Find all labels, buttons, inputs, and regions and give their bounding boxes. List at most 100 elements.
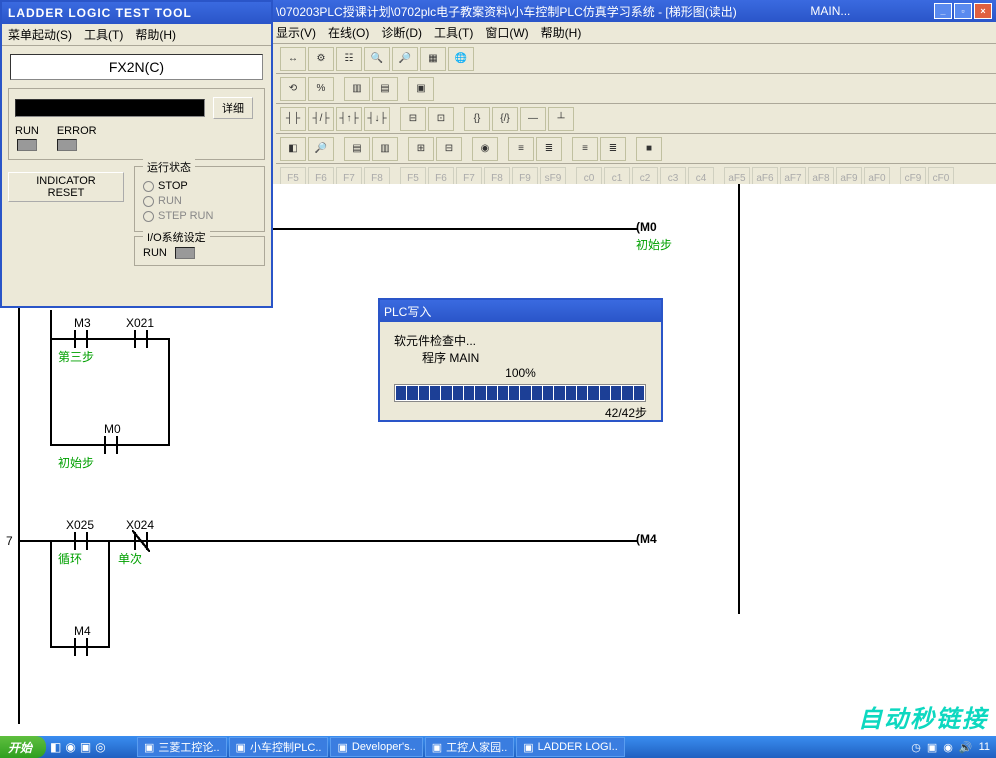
taskbar-task[interactable]: ▣LADDER LOGI.. xyxy=(516,737,624,757)
loop-label: 循环 xyxy=(58,550,82,567)
toolbar-button[interactable]: ┤↑├ xyxy=(336,107,362,131)
branch-v4 xyxy=(108,540,110,648)
toolbar-button[interactable]: ◉ xyxy=(472,137,498,161)
tool-titlebar[interactable]: LADDER LOGIC TEST TOOL xyxy=(2,2,271,24)
toolbar-button[interactable]: ≣ xyxy=(600,137,626,161)
contact-x021 xyxy=(130,330,152,348)
toolbar-button[interactable]: ≡ xyxy=(508,137,534,161)
coil-m4: (M4 xyxy=(636,532,657,546)
toolbar-button[interactable]: ▦ xyxy=(420,47,446,71)
quicklaunch-icon[interactable]: ◉ xyxy=(65,740,75,754)
m4-left-label: M4 xyxy=(74,624,91,638)
tray-icon[interactable]: ▣ xyxy=(927,741,937,754)
plc-type-field: FX2N(C) xyxy=(10,54,263,80)
plc-dialog-percent: 100% xyxy=(394,366,647,380)
system-tray[interactable]: ◷ ▣ ◉ 🔊 11 xyxy=(911,741,996,754)
detail-button[interactable]: 详细 xyxy=(213,97,253,119)
coil-m0: (M0 xyxy=(636,220,657,234)
contact-m0 xyxy=(100,436,122,454)
run-status-title: 运行状态 xyxy=(143,159,195,175)
toolbar-row-3: ◧🔎▤▥⊞⊟◉≡≣≡≣■ xyxy=(276,134,996,164)
toolbar-button[interactable]: ▣ xyxy=(408,77,434,101)
toolbar-button[interactable]: ┤/├ xyxy=(308,107,334,131)
toolbar-button[interactable]: ▥ xyxy=(344,77,370,101)
tray-icon[interactable]: 🔊 xyxy=(959,741,973,754)
branch-v2 xyxy=(168,338,170,446)
toolbar-button[interactable]: ⊟ xyxy=(400,107,426,131)
taskbar-task[interactable]: ▣工控人家园.. xyxy=(425,737,515,757)
watermark: 自动秒链接 xyxy=(858,699,988,734)
toolbar-button[interactable]: ▥ xyxy=(372,137,398,161)
branch-v3 xyxy=(50,540,52,648)
error-indicator-label: ERROR xyxy=(57,125,97,137)
toolbar-button[interactable]: — xyxy=(520,107,546,131)
tool-menu-help[interactable]: 帮助(H) xyxy=(135,26,176,43)
toolbar-button[interactable]: ▤ xyxy=(344,137,370,161)
x021-label: X021 xyxy=(126,316,154,330)
toolbar-button[interactable]: {/} xyxy=(492,107,518,131)
minimize-button[interactable]: _ xyxy=(934,3,952,19)
menu-online[interactable]: 在线(O) xyxy=(328,24,369,41)
tool-menu-start[interactable]: 菜单起动(S) xyxy=(8,26,72,43)
quicklaunch-icon[interactable]: ◧ xyxy=(50,740,61,754)
toolbar-button[interactable]: ≡ xyxy=(572,137,598,161)
taskbar-task[interactable]: ▣Developer's.. xyxy=(330,737,422,757)
toolbar-button[interactable]: ☷ xyxy=(336,47,362,71)
toolbar-button[interactable]: ⊡ xyxy=(428,107,454,131)
toolbar-button[interactable]: ▤ xyxy=(372,77,398,101)
toolbar-button[interactable]: ↔ xyxy=(280,47,306,71)
toolbar-button[interactable]: ⚙ xyxy=(308,47,334,71)
menu-diagnose[interactable]: 诊断(D) xyxy=(381,24,422,41)
rung-7-number: 7 xyxy=(6,534,13,548)
tray-icon[interactable]: ◷ xyxy=(911,741,921,754)
toolbar-button[interactable]: ■ xyxy=(636,137,662,161)
menu-help[interactable]: 帮助(H) xyxy=(541,24,582,41)
tray-time: 11 xyxy=(979,741,990,753)
toolbar-button[interactable]: ┤↓├ xyxy=(364,107,390,131)
toolbar-button[interactable]: ⟲ xyxy=(280,77,306,101)
restore-button[interactable]: ▫ xyxy=(954,3,972,19)
quicklaunch-icon[interactable]: ◎ xyxy=(95,740,105,754)
step3-label: 第三步 xyxy=(58,348,94,365)
task-icon: ▣ xyxy=(432,741,442,754)
indicator-reset-button[interactable]: INDICATOR RESET xyxy=(8,172,124,202)
menu-window[interactable]: 窗口(W) xyxy=(485,24,528,41)
toolbar-button[interactable]: 🔍 xyxy=(364,47,390,71)
tool-menubar: 菜单起动(S) 工具(T) 帮助(H) xyxy=(2,24,271,46)
toolbar-button[interactable]: ⊞ xyxy=(408,137,434,161)
toolbar-button[interactable]: 🔎 xyxy=(308,137,334,161)
coil-m0-label: 初始步 xyxy=(636,236,672,253)
run-led xyxy=(17,139,37,151)
plc-dialog-titlebar[interactable]: PLC写入 xyxy=(380,300,661,322)
toolbar-button[interactable]: {} xyxy=(464,107,490,131)
toolbar-button[interactable]: 🌐 xyxy=(448,47,474,71)
taskbar-task[interactable]: ▣小车控制PLC.. xyxy=(229,737,329,757)
toolbar-button[interactable]: ┴ xyxy=(548,107,574,131)
toolbar-button[interactable]: ┤├ xyxy=(280,107,306,131)
task-icon: ▣ xyxy=(236,741,246,754)
ladder-test-tool-window: LADDER LOGIC TEST TOOL 菜单起动(S) 工具(T) 帮助(… xyxy=(0,0,273,308)
toolbar-button[interactable]: % xyxy=(308,77,334,101)
tray-icon[interactable]: ◉ xyxy=(943,741,953,754)
start-button[interactable]: 开始 xyxy=(0,736,46,758)
radio-stop[interactable] xyxy=(143,181,154,192)
taskbar-task[interactable]: ▣三菱工控论.. xyxy=(137,737,227,757)
menu-view[interactable]: 显示(V) xyxy=(276,24,316,41)
radio-steprun[interactable] xyxy=(143,211,154,222)
radio-run[interactable] xyxy=(143,196,154,207)
m0-left-label: M0 xyxy=(104,422,121,436)
run-indicator-label: RUN xyxy=(15,125,39,137)
taskbar: 开始 ◧ ◉ ▣ ◎ ▣三菱工控论..▣小车控制PLC..▣Developer'… xyxy=(0,736,996,758)
toolbar-button[interactable]: ⊟ xyxy=(436,137,462,161)
m3-label: M3 xyxy=(74,316,91,330)
menu-tools[interactable]: 工具(T) xyxy=(434,24,473,41)
single-label: 单次 xyxy=(118,550,142,567)
plc-dialog-steps: 42/42步 xyxy=(394,404,647,421)
close-button[interactable]: × xyxy=(974,3,992,19)
toolbar-button[interactable]: ◧ xyxy=(280,137,306,161)
quicklaunch-icon[interactable]: ▣ xyxy=(80,740,91,754)
task-icon: ▣ xyxy=(144,741,154,754)
toolbar-button[interactable]: 🔎 xyxy=(392,47,418,71)
toolbar-button[interactable]: ≣ xyxy=(536,137,562,161)
tool-menu-tools[interactable]: 工具(T) xyxy=(84,26,123,43)
